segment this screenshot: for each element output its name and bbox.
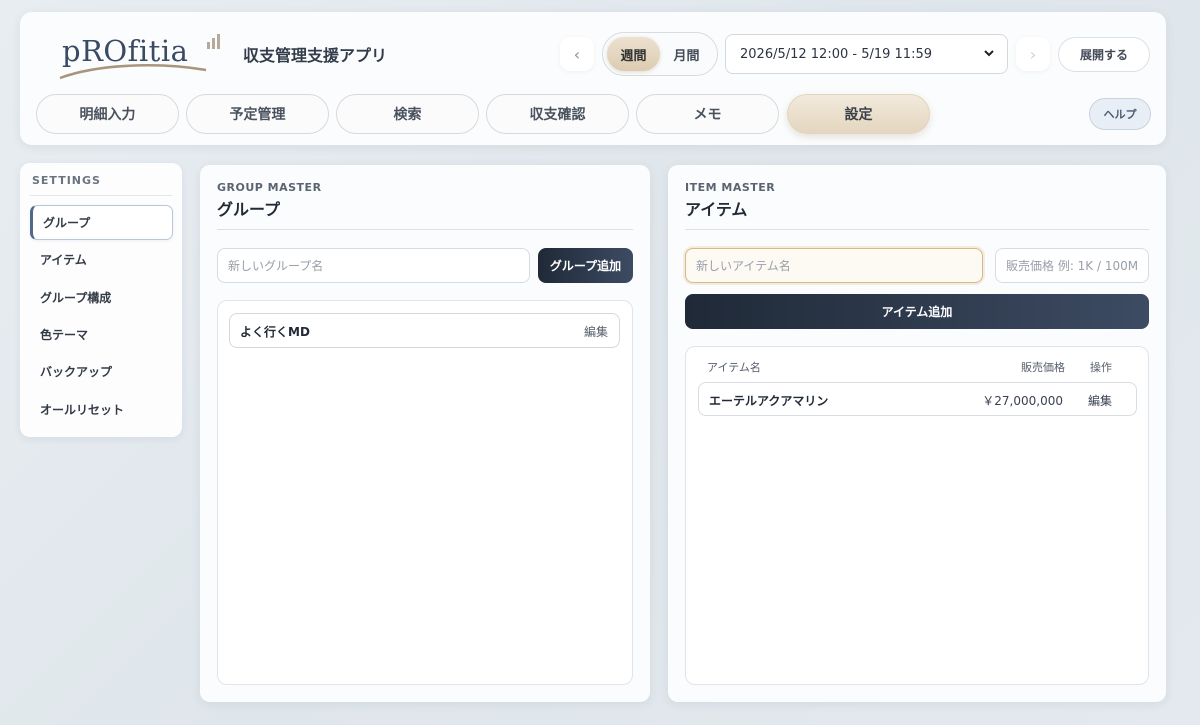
period-range-select[interactable]: 2026/5/12 12:00 - 5/19 11:59	[725, 34, 1008, 74]
sale-price-input[interactable]: 販売価格 例: 1K / 100M	[995, 248, 1149, 283]
panel-subtitle: ITEM MASTER	[685, 181, 776, 194]
help-button[interactable]: ヘルプ	[1089, 98, 1151, 130]
panel-title: グループ	[217, 200, 281, 219]
group-master-panel: GROUP MASTER グループ 新しいグループ名 グループ追加 よく行くMD…	[200, 165, 650, 702]
sidebar-item-group[interactable]: グループ	[30, 205, 173, 240]
item-name: エーテルアクアマリン	[709, 394, 829, 408]
sidebar-item-item[interactable]: アイテム	[30, 242, 173, 277]
settings-sidebar: SETTINGS グループ アイテム グループ構成 色テーマ バックアップ オー…	[20, 163, 182, 437]
column-header-name: アイテム名	[707, 361, 761, 374]
tab-schedule[interactable]: 予定管理	[186, 94, 329, 134]
logo-bars-icon	[207, 34, 220, 49]
tab-balance[interactable]: 収支確認	[486, 94, 629, 134]
group-list: よく行くMD 編集	[217, 300, 633, 685]
sidebar-item-group-composition[interactable]: グループ構成	[30, 280, 173, 315]
weekly-button[interactable]: 週間	[607, 37, 660, 71]
sidebar-item-color-theme[interactable]: 色テーマ	[30, 317, 173, 352]
group-name: よく行くMD	[240, 325, 310, 339]
panel-title: アイテム	[685, 200, 748, 219]
app-logo: pROfitia	[58, 32, 233, 82]
add-item-button[interactable]: アイテム追加	[685, 294, 1149, 329]
expand-button[interactable]: 展開する	[1058, 37, 1150, 72]
tab-search[interactable]: 検索	[336, 94, 479, 134]
monthly-button[interactable]: 月間	[660, 37, 713, 71]
new-group-name-input[interactable]: 新しいグループ名	[217, 248, 530, 283]
divider	[217, 229, 633, 230]
edit-button[interactable]: 編集	[1088, 392, 1112, 409]
period-toggle: 週間 月間	[602, 32, 718, 76]
list-item[interactable]: よく行くMD 編集	[229, 313, 620, 348]
next-period-button[interactable]: ›	[1016, 37, 1050, 71]
chevron-left-icon: ‹	[573, 44, 581, 64]
panel-subtitle: GROUP MASTER	[217, 181, 322, 194]
chevron-right-icon: ›	[1029, 44, 1037, 64]
prev-period-button[interactable]: ‹	[560, 37, 594, 71]
column-header-price: 販売価格	[1021, 361, 1065, 374]
column-header-action: 操作	[1090, 361, 1112, 374]
logo-swoosh-icon	[59, 64, 207, 80]
sidebar-heading: SETTINGS	[32, 174, 101, 187]
tab-entry[interactable]: 明細入力	[36, 94, 179, 134]
new-item-name-input[interactable]: 新しいアイテム名	[685, 248, 983, 283]
tab-memo[interactable]: メモ	[636, 94, 779, 134]
divider	[685, 229, 1149, 230]
app-header: pROfitia 収支管理支援アプリ ‹ 週間 月間 2026/5/12 12:…	[20, 12, 1166, 145]
add-group-button[interactable]: グループ追加	[538, 248, 633, 283]
table-row[interactable]: エーテルアクアマリン ￥27,000,000 編集	[698, 382, 1137, 416]
app-title: 収支管理支援アプリ	[243, 46, 388, 65]
sidebar-item-all-reset[interactable]: オールリセット	[30, 392, 173, 427]
edit-button[interactable]: 編集	[584, 323, 608, 340]
period-range-value: 2026/5/12 12:00 - 5/19 11:59	[740, 46, 932, 62]
divider	[30, 195, 172, 196]
item-table: アイテム名 販売価格 操作 エーテルアクアマリン ￥27,000,000 編集	[685, 346, 1149, 685]
item-price: ￥27,000,000	[982, 394, 1063, 408]
chevron-down-icon	[984, 50, 994, 57]
tab-settings[interactable]: 設定	[787, 94, 930, 134]
sidebar-item-backup[interactable]: バックアップ	[30, 354, 173, 389]
item-master-panel: ITEM MASTER アイテム 新しいアイテム名 販売価格 例: 1K / 1…	[668, 165, 1166, 702]
